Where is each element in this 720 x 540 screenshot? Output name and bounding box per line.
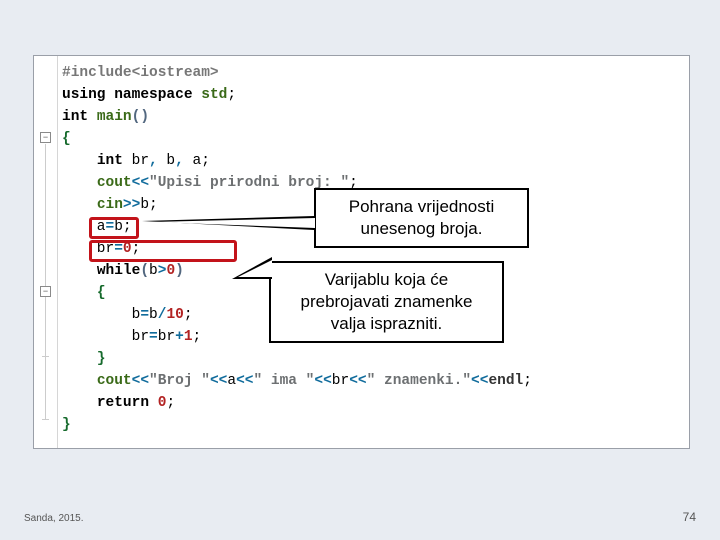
code-line: #include<iostream>	[62, 62, 683, 84]
code-content: #include<iostream>using namespace std;in…	[62, 62, 683, 436]
callout-text: Varijablu koja će	[285, 269, 488, 291]
callout-bottom: Varijablu koja će prebrojavati znamenke …	[269, 261, 504, 343]
callout-text: Pohrana vrijednosti	[330, 196, 513, 218]
page-number: 74	[683, 510, 696, 524]
code-line: int main()	[62, 106, 683, 128]
code-line: cout<<"Broj "<<a<<" ima "<<br<<" znamenk…	[62, 370, 683, 392]
footer-author: Sanda, 2015.	[24, 513, 84, 524]
code-panel: − − #include<iostream>using namespace st…	[33, 55, 690, 449]
code-line: using namespace std;	[62, 84, 683, 106]
callout-top: Pohrana vrijednosti unesenog broja.	[314, 188, 529, 248]
callout-text: prebrojavati znamenke	[285, 291, 488, 313]
code-line: }	[62, 414, 683, 436]
callout-text: unesenog broja.	[330, 218, 513, 240]
fold-icon[interactable]: −	[40, 286, 51, 297]
code-line: }	[62, 348, 683, 370]
callout-text: valja isprazniti.	[285, 313, 488, 335]
fold-icon[interactable]: −	[40, 132, 51, 143]
code-line: int br, b, a;	[62, 150, 683, 172]
gutter: − −	[34, 56, 58, 448]
code-line: return 0;	[62, 392, 683, 414]
code-line: {	[62, 128, 683, 150]
